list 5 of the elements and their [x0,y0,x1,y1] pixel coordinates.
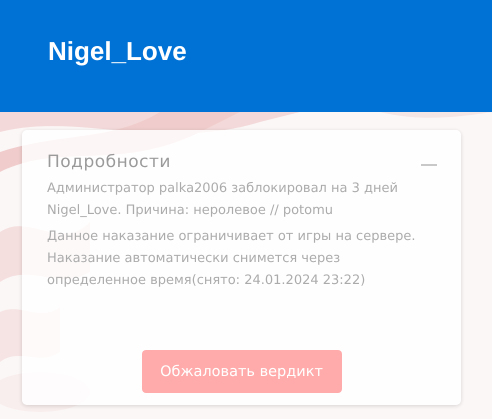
details-title: Подробности [47,152,171,172]
appeal-button[interactable]: Обжаловать вердикт [142,350,342,393]
username-title: Nigel_Love [48,36,187,66]
details-text: Администратор palka2006 заблокировал на 3 дней Nigel_Love. Причина: неролевое // potomu [47,180,399,220]
details-text: Данное наказание ограничивает от игры на сервере. Наказание автоматически снимется через определенное время(снято: 24.01.2024 23:22) [47,228,416,290]
